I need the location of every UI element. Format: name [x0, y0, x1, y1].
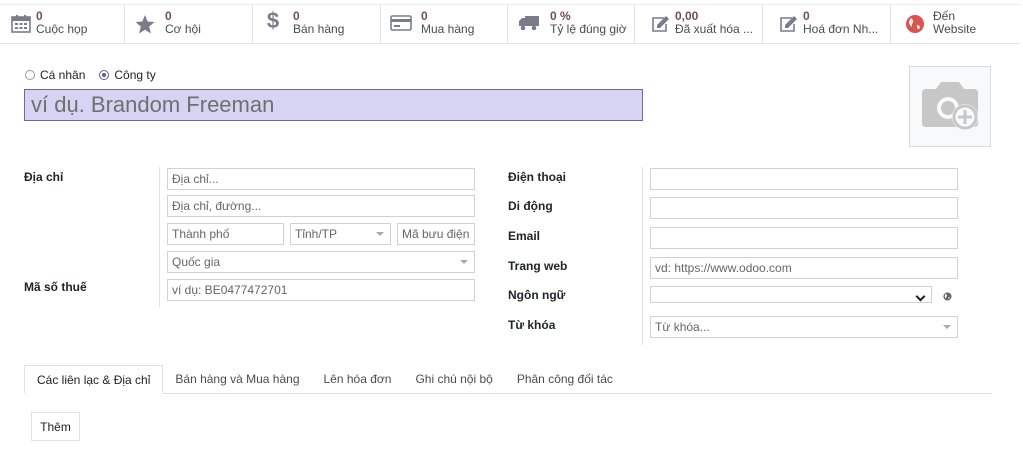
website-input[interactable]: vd: https://www.odoo.com — [650, 257, 958, 279]
add-contact-button[interactable]: Thêm — [31, 412, 80, 441]
radio-company[interactable]: Công ty — [99, 68, 156, 82]
credit-card-icon — [381, 10, 421, 31]
smart-button-label: Hoá đơn Nh... — [803, 22, 879, 36]
smart-button-vendor-bills[interactable]: 0 Hoá đơn Nh... — [763, 5, 891, 43]
tags-select[interactable]: Từ khóa... — [650, 316, 958, 338]
radio-company-label: Công ty — [114, 68, 156, 82]
address-label: Địa chỉ — [24, 170, 64, 184]
smart-button-sales[interactable]: $ 0 Bán hàng — [253, 5, 381, 43]
globe-icon — [897, 10, 933, 34]
smart-button-label: Website — [933, 22, 977, 36]
globe-icon[interactable] — [943, 290, 952, 304]
company-type-radio-group: Cá nhân Công ty — [25, 68, 156, 82]
language-label: Ngôn ngữ — [508, 288, 566, 302]
smart-button-website[interactable]: Đến Website — [891, 5, 1019, 43]
tags-label: Từ khóa — [508, 318, 556, 332]
smart-button-meetings[interactable]: 0 Cuộc họp — [0, 5, 125, 43]
truck-icon — [508, 10, 550, 31]
avatar-upload[interactable] — [909, 66, 991, 147]
street-input[interactable]: Địa chỉ... — [167, 168, 475, 190]
partner-name-input[interactable]: ví dụ. Brandom Freeman — [24, 89, 643, 121]
camera-plus-icon — [918, 77, 982, 136]
edit-icon — [773, 10, 803, 33]
smart-button-bar: 0 Cuộc họp 0 Cơ hội $ 0 Bán hàng 0 Mua hàng … — [0, 4, 1020, 44]
radio-company-indicator[interactable] — [99, 70, 110, 80]
smart-button-opportunities[interactable]: 0 Cơ hội — [125, 5, 253, 43]
radio-individual[interactable]: Cá nhân — [25, 68, 85, 82]
left-column-divider — [159, 167, 160, 307]
vat-label: Mã số thuế — [24, 280, 87, 294]
tab-contacts-addresses[interactable]: Các liên lạc & Địa chỉ — [24, 365, 164, 394]
tab-internal-notes[interactable]: Ghi chú nội bộ — [403, 365, 504, 393]
zip-input[interactable]: Mã bưu điện — [397, 223, 475, 245]
mobile-input[interactable] — [650, 197, 958, 219]
tab-invoicing[interactable]: Lên hóa đơn — [312, 365, 404, 393]
phone-label: Điện thoại — [508, 170, 567, 184]
language-select[interactable] — [650, 286, 932, 303]
smart-button-on-time-rate[interactable]: 0 % Tỷ lệ đúng giờ — [508, 5, 635, 43]
smart-button-purchases[interactable]: 0 Mua hàng — [381, 5, 508, 43]
smart-button-invoiced[interactable]: 0,00 Đã xuất hóa ... — [635, 5, 763, 43]
vat-input[interactable]: ví dụ: BE0477472701 — [167, 279, 475, 301]
city-input[interactable]: Thành phố — [167, 223, 284, 245]
smart-button-label: Cuộc họp — [36, 22, 88, 36]
tab-sales-purchase[interactable]: Bán hàng và Mua hàng — [163, 365, 311, 393]
edit-icon — [645, 10, 675, 33]
star-icon — [125, 10, 165, 34]
email-input[interactable] — [650, 227, 958, 249]
website-label: Trang web — [508, 259, 568, 273]
street2-input[interactable]: Địa chỉ, đường... — [167, 195, 475, 217]
notebook-tabs: Các liên lạc & Địa chỉ Bán hàng và Mua h… — [24, 365, 992, 394]
smart-button-label: Tỷ lệ đúng giờ — [550, 22, 627, 36]
calendar-icon — [6, 10, 36, 33]
radio-individual-indicator[interactable] — [25, 70, 35, 80]
mobile-label: Di động — [508, 199, 553, 213]
phone-input[interactable] — [650, 168, 958, 190]
smart-button-label: Mua hàng — [421, 22, 475, 36]
country-select[interactable]: Quốc gia — [167, 251, 475, 273]
state-select[interactable]: Tỉnh/TP — [290, 223, 391, 245]
dollar-icon: $ — [266, 8, 280, 33]
smart-button-label: Đã xuất hóa ... — [675, 22, 754, 36]
tab-partner-assignment[interactable]: Phân công đối tác — [505, 365, 625, 393]
smart-button-label: Bán hàng — [293, 22, 345, 36]
right-column-divider — [642, 167, 643, 345]
smart-button-label: Cơ hội — [165, 22, 201, 36]
radio-individual-label: Cá nhân — [40, 68, 86, 82]
email-label: Email — [508, 229, 541, 243]
